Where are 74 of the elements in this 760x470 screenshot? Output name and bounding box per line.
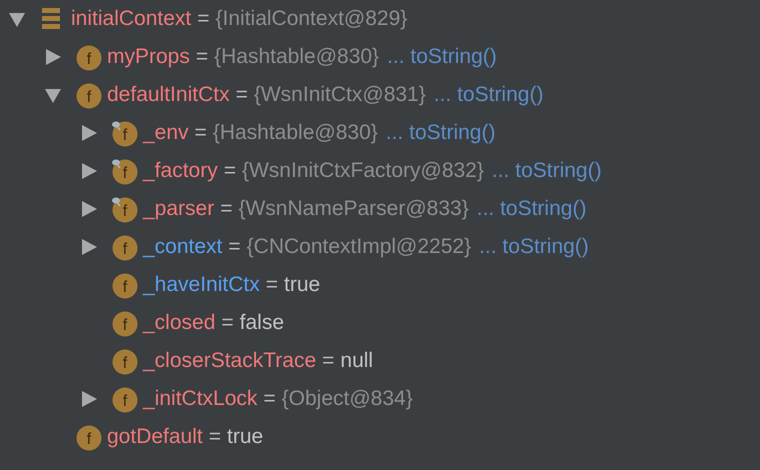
variable-row[interactable]: f myProps = {Hashtable@830} ... toString() — [0, 38, 760, 76]
field-icon: f — [112, 272, 138, 298]
equals-sign: = — [236, 83, 248, 107]
equals-sign: = — [224, 159, 236, 183]
equals-sign: = — [221, 311, 234, 335]
expand-arrow-icon[interactable] — [44, 48, 62, 66]
variable-value: {Object@834} — [282, 387, 413, 411]
variable-name: _initCtxLock — [143, 387, 258, 411]
equals-sign: = — [220, 197, 232, 221]
to-string-link[interactable]: ... toString() — [476, 197, 586, 221]
expand-arrow-icon[interactable] — [80, 200, 98, 218]
expand-arrow-icon[interactable] — [80, 124, 98, 142]
variable-row[interactable]: f _env = {Hashtable@830} ... toString() — [0, 114, 760, 152]
collapse-arrow-icon[interactable] — [8, 10, 26, 28]
expand-arrow-icon[interactable] — [80, 238, 98, 256]
variable-row[interactable]: f gotDefault = true — [0, 418, 760, 456]
field-icon: f — [112, 386, 138, 412]
to-string-link[interactable]: ... toString() — [479, 235, 589, 259]
variable-name: _closerStackTrace — [143, 349, 316, 373]
field-icon: f — [112, 348, 138, 374]
field-icon: f — [76, 424, 102, 450]
equals-sign: = — [197, 7, 210, 31]
variable-row[interactable]: f defaultInitCtx = {WsnInitCtx@831} ... toString() — [0, 76, 760, 114]
variable-icon — [40, 6, 62, 28]
equals-sign: = — [196, 45, 208, 69]
variable-name: myProps — [107, 45, 190, 69]
equals-sign: = — [208, 425, 221, 449]
variable-name: _factory — [143, 159, 218, 183]
variable-row[interactable]: f _context = {CNContextImpl@2252} ... toString() — [0, 228, 760, 266]
variable-name: gotDefault — [107, 425, 203, 449]
variable-name: _closed — [143, 311, 216, 335]
variable-value: true — [284, 273, 320, 297]
variable-value: {Hashtable@830} — [212, 121, 378, 145]
collapse-arrow-icon[interactable] — [44, 86, 62, 104]
field-icon: f — [112, 234, 138, 260]
pinned-field-icon: f — [112, 196, 138, 222]
variable-value: {WsnNameParser@833} — [238, 197, 469, 221]
variable-name: _context — [143, 235, 222, 259]
expand-arrow-icon[interactable] — [80, 162, 98, 180]
field-icon: f — [112, 310, 138, 336]
variable-row[interactable]: f _factory = {WsnInitCtxFactory@832} ... toString() — [0, 152, 760, 190]
variable-name: defaultInitCtx — [107, 83, 230, 107]
to-string-link[interactable]: ... toString() — [434, 83, 544, 107]
pinned-field-icon: f — [112, 120, 138, 146]
variable-value: false — [240, 311, 284, 335]
expand-arrow-icon[interactable] — [80, 390, 98, 408]
variable-value: true — [227, 425, 264, 449]
to-string-link[interactable]: ... toString() — [492, 159, 602, 183]
equals-sign: = — [194, 121, 207, 145]
variable-value: {WsnInitCtxFactory@832} — [242, 159, 484, 183]
to-string-link[interactable]: ... toString() — [386, 121, 496, 145]
variable-row[interactable]: f _closerStackTrace = null — [0, 342, 760, 380]
equals-sign: = — [228, 235, 241, 259]
variable-value: {InitialContext@829} — [216, 7, 408, 31]
equals-sign: = — [322, 349, 334, 373]
variable-row[interactable]: f _initCtxLock = {Object@834} — [0, 380, 760, 418]
variable-row[interactable]: initialContext = {InitialContext@829} — [0, 0, 760, 38]
variable-row[interactable]: f _haveInitCtx = true — [0, 266, 760, 304]
variable-name: _env — [143, 121, 189, 145]
field-icon: f — [76, 44, 102, 70]
equals-sign: = — [266, 273, 278, 297]
equals-sign: = — [263, 387, 276, 411]
to-string-link[interactable]: ... toString() — [387, 45, 497, 69]
variable-value: null — [340, 349, 374, 373]
pinned-field-icon: f — [112, 158, 138, 184]
variable-row[interactable]: f _parser = {WsnNameParser@833} ... toString() — [0, 190, 760, 228]
variable-row[interactable]: f _closed = false — [0, 304, 760, 342]
field-icon: f — [76, 82, 102, 108]
variable-value: {CNContextImpl@2252} — [246, 235, 472, 259]
variable-name: _parser — [143, 197, 214, 221]
variable-value: {WsnInitCtx@831} — [254, 83, 426, 107]
variable-name: _haveInitCtx — [143, 273, 260, 297]
variable-value: {Hashtable@830} — [214, 45, 380, 69]
variable-name: initialContext — [71, 7, 192, 31]
